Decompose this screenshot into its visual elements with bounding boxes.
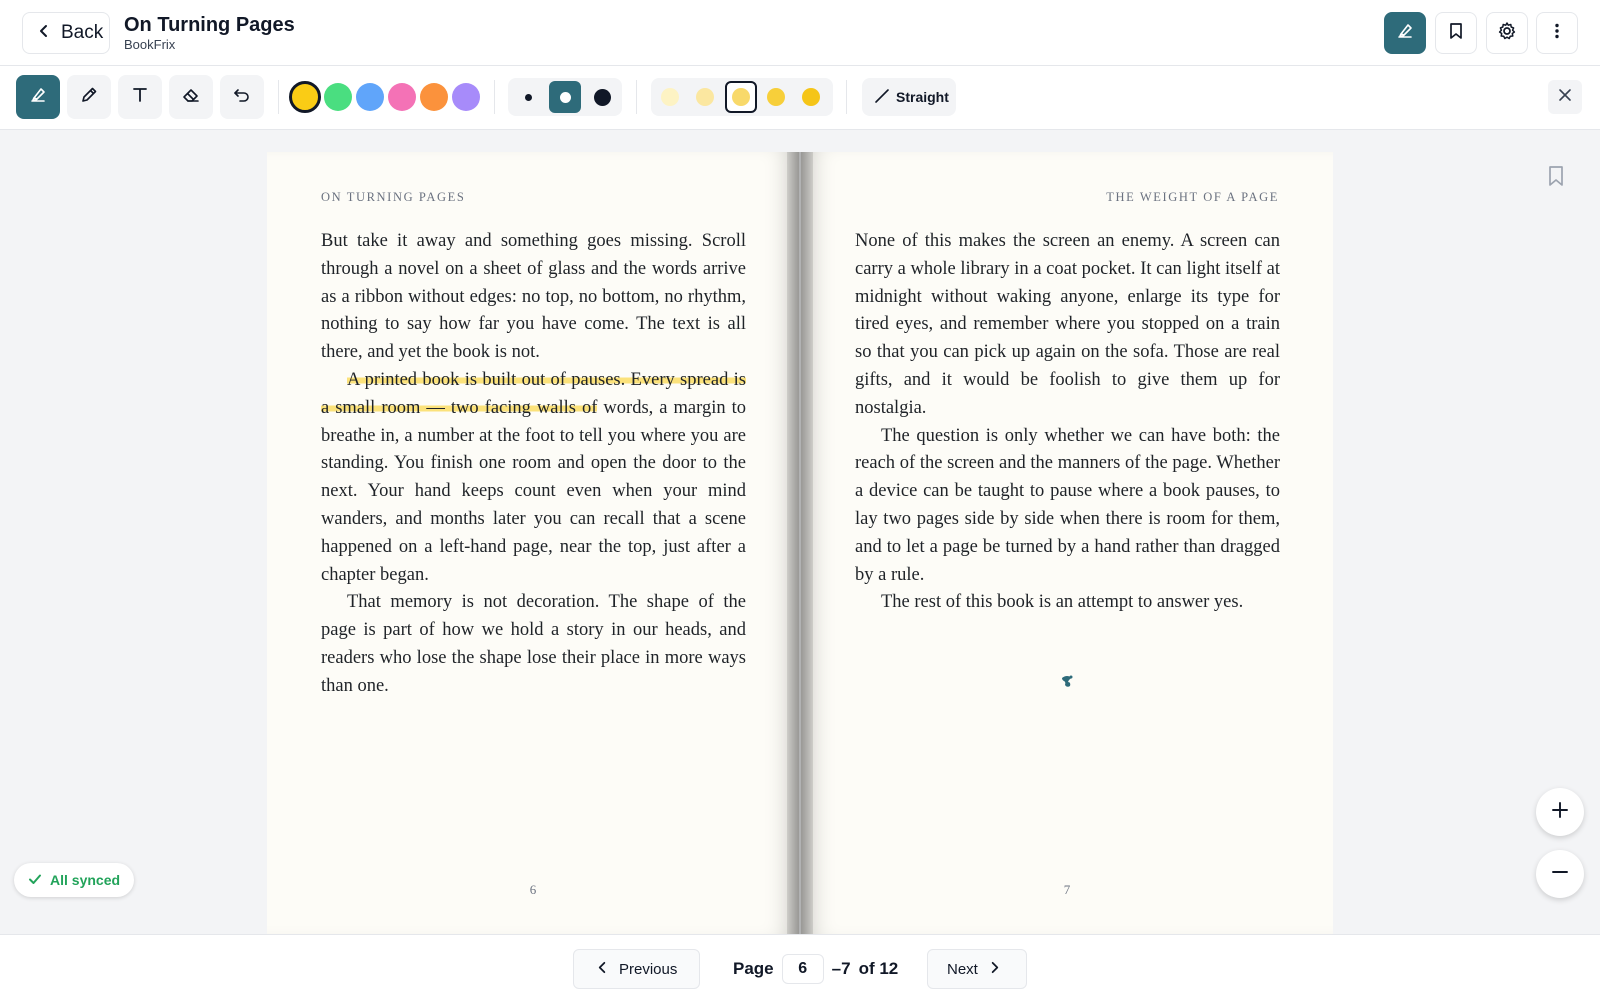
left-page-text: But take it away and something goes miss… [321,228,746,701]
color-swatch-blue[interactable] [356,83,384,111]
page-number-right: 7 [1063,882,1071,897]
running-head-left: ON TURNING PAGES [321,190,466,204]
zoom-out-button[interactable] [1536,850,1584,898]
page-number-input[interactable]: 6 [781,954,824,984]
annotation-toolbar: Straight [0,66,1600,130]
color-swatch-purple[interactable] [452,83,480,111]
next-label: Next [947,960,978,978]
zoom-in-button[interactable] [1536,788,1584,836]
opacity-dot [802,88,820,106]
back-label: Back [61,22,104,43]
bookmark-icon [1544,166,1568,192]
color-swatch-orange[interactable] [420,83,448,111]
opacity-dot [696,88,714,106]
pencil-icon [79,85,99,110]
toolbar-divider [494,80,495,114]
highlighter-icon [1395,21,1415,46]
more-vertical-icon [1547,21,1567,46]
toolbar-divider [278,80,279,114]
opacity-option-5[interactable] [795,81,827,113]
opacity-dot [732,88,750,106]
page-label: Page [733,959,774,978]
highlight-mode-button[interactable] [1384,12,1426,54]
sync-status-badge: All synced [14,863,135,897]
running-head-right: THE WEIGHT OF A PAGE [1106,190,1279,204]
more-options-button[interactable] [1536,12,1578,54]
opacity-dot [661,88,679,106]
close-toolbar-button[interactable] [1548,80,1582,114]
toolbar-divider [846,80,847,114]
minus-icon [1551,863,1569,886]
title-block: On Turning Pages BookFrix [124,13,295,53]
page-range-suffix: –7 [831,959,851,978]
text-tool[interactable] [118,75,162,119]
sync-label: All synced [50,872,121,888]
bookmark-page-button[interactable] [1544,164,1568,188]
previous-label: Previous [619,960,678,978]
close-icon [1558,88,1572,107]
opacity-option-3[interactable] [725,81,757,113]
paragraph: A printed book is built out of pauses. E… [321,367,746,589]
opacity-option-4[interactable] [760,81,792,113]
highlighter-icon [28,85,48,110]
right-page: THE WEIGHT OF A PAGE None of this makes … [801,152,1333,934]
book-spine [787,152,813,934]
right-page-text: None of this makes the screen an enemy. … [855,228,1280,617]
chevron-left-icon [596,961,609,978]
pencil-tool[interactable] [67,75,111,119]
paragraph: But take it away and something goes miss… [321,231,746,363]
paragraph: The rest of this book is an attempt to a… [881,592,1244,613]
opacity-dot [767,88,785,106]
left-page: ON TURNING PAGES But take it away and so… [267,152,799,934]
chevron-right-icon [988,961,1001,978]
highlighter-tool[interactable] [16,75,60,119]
straight-label: Straight [896,89,949,105]
stroke-size-group [508,78,622,116]
diagonal-line-icon [874,88,890,107]
color-swatch-green[interactable] [324,83,352,111]
page-indicator: Page 6 –7 of 12 [733,949,898,989]
opacity-option-2[interactable] [689,81,721,113]
previous-page-button[interactable]: Previous [573,949,700,989]
settings-button[interactable] [1486,12,1528,54]
book-title: On Turning Pages [124,14,295,36]
top-bar: Back On Turning Pages BookFrix [0,0,1600,66]
app-name: BookFrix [124,37,176,52]
undo-icon [232,85,252,110]
color-swatch-yellow[interactable] [289,81,321,113]
stroke-size-small[interactable] [512,81,544,113]
toolbar-divider [636,80,637,114]
paragraph: That memory is not decoration. The shape… [321,592,746,696]
stroke-size-large[interactable] [586,81,618,113]
color-swatch-pink[interactable] [388,83,416,111]
highlight-opacity-group [651,78,833,116]
text-icon [130,85,150,110]
opacity-option-1[interactable] [654,81,686,113]
straight-line-toggle[interactable]: Straight [862,78,956,116]
paragraph: The question is only whether we can have… [855,425,1280,585]
eraser-tool[interactable] [169,75,213,119]
page-number-left: 6 [529,882,537,897]
page-navigation-bar: Previous Page 6 –7 of 12 Next [0,934,1600,1000]
plus-icon [1551,801,1569,824]
bookmark-icon [1446,21,1466,46]
check-icon [28,872,42,889]
bookmarks-button[interactable] [1435,12,1477,54]
stroke-size-medium[interactable] [549,81,581,113]
back-button[interactable]: Back [22,12,110,54]
fleuron-ornament-icon [1058,672,1076,690]
chevron-left-icon [37,22,51,44]
gear-icon [1497,21,1517,46]
paragraph-text: words, a margin to breathe in, a number … [321,397,746,585]
eraser-icon [181,85,201,110]
paragraph: None of this makes the screen an enemy. … [855,231,1280,418]
page-total: of 12 [858,959,899,978]
undo-button[interactable] [220,75,264,119]
next-page-button[interactable]: Next [927,949,1027,989]
